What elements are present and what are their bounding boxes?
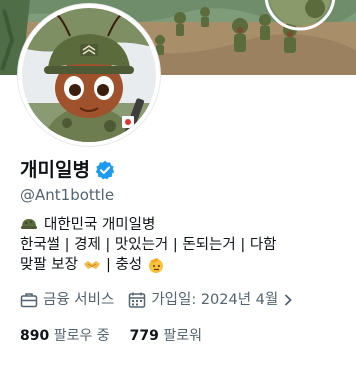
- following-count: 890: [20, 328, 50, 344]
- following-link[interactable]: 890 팔로우 중: [20, 326, 110, 346]
- following-label: 팔로우 중: [53, 328, 110, 344]
- bio-line-3: 맞팔 보장 | 충성: [20, 255, 350, 275]
- bio-line-2-text: 한국썰 | 경제 | 맛있는거 | 돈되는거 | 다함: [20, 237, 277, 253]
- display-name: 개미일병: [20, 159, 90, 181]
- bio-line-1: 대한민국 개미일병: [20, 215, 350, 235]
- profile-handle: @Ant1bottle: [20, 186, 115, 204]
- verified-badge-icon[interactable]: [95, 160, 115, 180]
- soldier-helmet-icon: [20, 216, 38, 234]
- profile-category: 금융 서비스: [20, 290, 114, 310]
- handshake-icon: [83, 256, 101, 274]
- profile-bio: 대한민국 개미일병 한국썰 | 경제 | 맛있는거 | 돈되는거 | 다함 맞팔…: [20, 215, 350, 275]
- profile-joined-label: 가입일: 2024년 4월: [151, 292, 279, 308]
- followers-count: 779: [129, 328, 159, 344]
- saluting-face-icon: [147, 256, 165, 274]
- bio-line-2: 한국썰 | 경제 | 맛있는거 | 돈되는거 | 다함: [20, 235, 350, 255]
- profile-avatar[interactable]: [18, 4, 160, 146]
- profile-joined-date[interactable]: 가입일: 2024년 4월: [128, 290, 293, 310]
- profile-category-label: 금융 서비스: [43, 292, 115, 308]
- briefcase-icon: [20, 293, 38, 308]
- bio-line-3-text-b: | 충성: [105, 257, 143, 273]
- followers-label: 팔로워: [163, 328, 202, 344]
- followers-link[interactable]: 779 팔로워: [130, 326, 202, 346]
- chevron-right-icon: [285, 294, 293, 306]
- profile-follow-stats: 890 팔로우 중 779 팔로워: [20, 326, 222, 346]
- bio-line-1-text: 대한민국 개미일병: [44, 217, 156, 233]
- profile-name-row: 개미일병: [20, 158, 115, 182]
- profile-meta: 금융 서비스 가입일: 2024년 4월: [20, 290, 307, 310]
- bio-line-3-text-a: 맞팔 보장: [20, 257, 78, 273]
- calendar-icon: [129, 292, 146, 308]
